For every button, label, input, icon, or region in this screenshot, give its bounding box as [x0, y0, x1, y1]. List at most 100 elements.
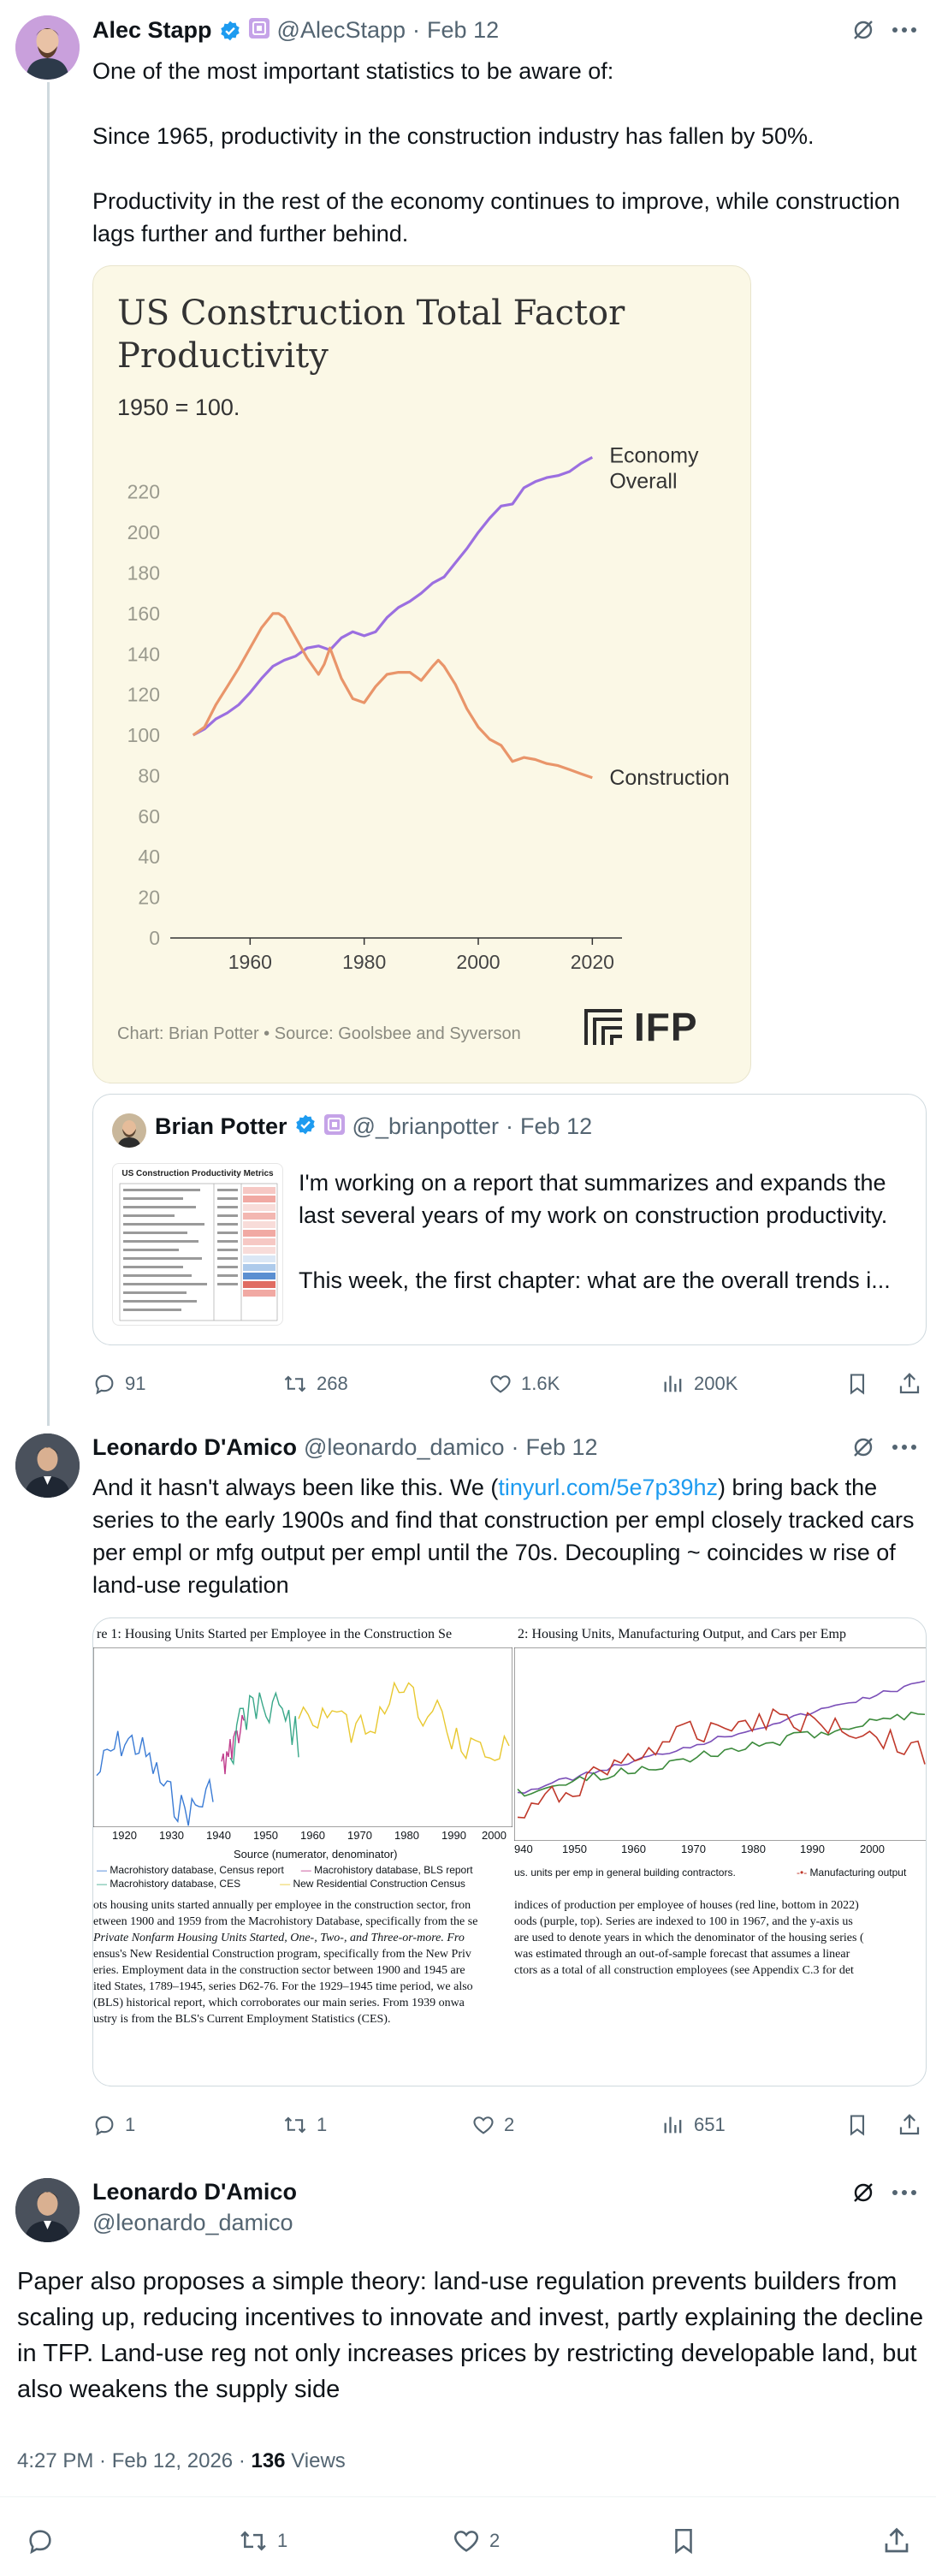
like-count: 1.6K: [521, 1373, 560, 1394]
paper-link[interactable]: tinyurl.com/5e7p39hz: [498, 1475, 718, 1500]
author-handle[interactable]: @leonardo_damico: [304, 1434, 505, 1461]
repost-icon: [282, 1372, 308, 1396]
repost-button[interactable]: 1: [282, 2113, 327, 2137]
reply-button[interactable]: [26, 2526, 55, 2555]
grok-icon[interactable]: [850, 1434, 876, 1464]
caption-line: are used to denote years in which the de…: [514, 1932, 864, 1944]
reply-button[interactable]: 91: [92, 1372, 145, 1396]
views-button[interactable]: 200K: [661, 1372, 738, 1396]
series-new-residential: [298, 1681, 510, 1761]
bookmark-icon[interactable]: [845, 2112, 869, 2138]
figure-left-title: re 1: Housing Units Started per Employee…: [97, 1627, 453, 1641]
quote-text-line: This week, the first chapter: what are t…: [299, 1267, 891, 1293]
author-handle[interactable]: @leonardo_damico: [92, 2210, 293, 2236]
paper-figures[interactable]: re 1: Housing Units Started per Employee…: [92, 1617, 927, 2086]
x-tick: 1960: [621, 1843, 646, 1855]
quote-author-name[interactable]: Brian Potter: [155, 1113, 287, 1140]
analytics-icon: [661, 1372, 685, 1396]
bookmark-icon[interactable]: [669, 2526, 698, 2556]
tweet-header: Alec Stapp @AlecStapp · Feb 12: [92, 17, 499, 44]
like-button[interactable]: 1.6K: [489, 1372, 560, 1396]
figure-left[interactable]: re 1: Housing Units Started per Employee…: [93, 1618, 512, 2086]
thread-line: [47, 82, 50, 1426]
x-tick: 2000: [482, 1829, 507, 1842]
affiliate-badge-icon[interactable]: [248, 17, 270, 44]
repost-button[interactable]: 268: [282, 1372, 348, 1396]
author-name[interactable]: Leonardo D'Amico: [92, 1434, 297, 1461]
verified-badge-icon[interactable]: [294, 1113, 317, 1140]
share-icon[interactable]: [881, 2526, 912, 2556]
quote-thumbnail[interactable]: US Construction Productivity Metrics: [112, 1163, 283, 1326]
bookmark-icon[interactable]: [845, 1371, 869, 1397]
repost-count: 1: [317, 2114, 328, 2135]
avatar[interactable]: [15, 15, 80, 80]
series-manufacturing: [517, 1711, 926, 1797]
y-tick-label: 120: [127, 684, 160, 706]
figure-left-caption: ots housing units started annually per e…: [93, 1897, 512, 2027]
y-tick-label: 60: [138, 805, 160, 828]
like-button[interactable]: 2: [452, 2526, 500, 2555]
repost-button[interactable]: 1: [238, 2526, 287, 2555]
views-count: 651: [694, 2114, 726, 2135]
x-tick: 1990: [800, 1843, 825, 1855]
figure-right-xticks: 940 1950 1960 1970 1980 1990 2000: [514, 1843, 926, 1860]
figure-left-axis-title: Source (numerator, denominator): [234, 1848, 398, 1861]
author-handle[interactable]: @AlecStapp: [277, 17, 406, 44]
like-button[interactable]: 2: [471, 2113, 514, 2137]
grok-icon[interactable]: [850, 2180, 876, 2210]
quote-tweet-card[interactable]: Brian Potter @_brianpotter · Feb 12 US C…: [92, 1094, 927, 1345]
caption-line: indices of production per employee of ho…: [514, 1899, 859, 1912]
more-options-icon[interactable]: [890, 19, 919, 45]
like-count: 2: [489, 2530, 501, 2551]
timestamp-text[interactable]: 4:27 PM · Feb 12, 2026 ·: [17, 2449, 251, 2472]
share-icon[interactable]: [897, 1371, 922, 1397]
y-tick-label: 40: [138, 846, 160, 868]
plot-frame: [93, 1647, 512, 1827]
reply-icon: [92, 2113, 116, 2137]
x-tick: 1940: [206, 1829, 231, 1842]
views-label: Views: [285, 2449, 346, 2472]
x-tick: 1980: [741, 1843, 766, 1855]
quote-avatar[interactable]: [112, 1113, 146, 1148]
chart-card[interactable]: US Construction Total Factor Productivit…: [92, 265, 751, 1083]
figure-right[interactable]: 2: Housing Units, Manufacturing Output, …: [514, 1618, 926, 2086]
x-tick: 1920: [112, 1829, 137, 1842]
verified-badge-icon[interactable]: [219, 20, 241, 42]
quote-date[interactable]: Feb 12: [520, 1113, 592, 1140]
tweet-text: One of the most important statistics to …: [92, 55, 914, 250]
figure-left-xticks: 1920 1930 1940 1950 1960 1970 1980 1990 …: [93, 1829, 512, 1846]
more-options-icon[interactable]: [890, 1436, 919, 1463]
affiliate-badge-icon[interactable]: [323, 1113, 346, 1140]
tweet-date[interactable]: Feb 12: [526, 1434, 598, 1461]
views-count: 136: [251, 2449, 286, 2472]
avatar[interactable]: [15, 2178, 80, 2242]
ifp-logo: IFP: [583, 1004, 698, 1050]
figure-right-legend: us. units per emp in general building co…: [514, 1867, 926, 1879]
reply-count: 1: [125, 2114, 136, 2135]
x-tick-label: 2020: [571, 951, 614, 973]
author-name[interactable]: Leonardo D'Amico: [92, 2179, 297, 2205]
caption-line: ctors as a total of all construction emp…: [514, 1964, 854, 1977]
housing-units-plot: [93, 1647, 512, 1827]
heart-icon: [489, 1372, 512, 1396]
tweet-actions: 1 2: [26, 2523, 915, 2559]
grok-icon[interactable]: [850, 17, 876, 47]
more-options-icon[interactable]: [890, 2181, 919, 2208]
caption-line: ustry is from the BLS's Current Employme…: [93, 2013, 391, 2026]
figure-left-legend: — Macrohistory database, Census report —…: [97, 1863, 512, 1890]
series-bls-report: [221, 1714, 245, 1775]
caption-line: etween 1900 and 1959 from the Macrohisto…: [93, 1915, 478, 1928]
reply-button[interactable]: 1: [92, 2113, 135, 2137]
y-tick-label: 200: [127, 521, 160, 543]
share-icon[interactable]: [897, 2112, 922, 2138]
avatar[interactable]: [15, 1433, 80, 1498]
tweet-date[interactable]: Feb 12: [427, 17, 499, 44]
x-tick: 1970: [347, 1829, 372, 1842]
x-tick: 1960: [300, 1829, 325, 1842]
legend-item: — New Residential Construction Census: [280, 1878, 465, 1890]
tweet-header: Leonardo D'Amico @leonardo_damico · Feb …: [92, 1434, 598, 1461]
tweet-text-line: Productivity in the rest of the economy …: [92, 188, 900, 246]
quote-author-handle[interactable]: @_brianpotter: [352, 1113, 500, 1140]
views-button[interactable]: 651: [661, 2113, 726, 2137]
author-name[interactable]: Alec Stapp: [92, 17, 212, 44]
